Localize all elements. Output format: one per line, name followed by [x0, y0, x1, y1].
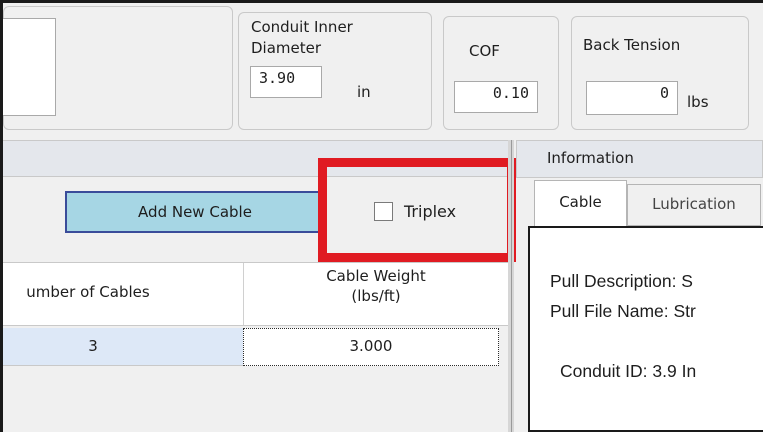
pull-description-text: Pull Description: S	[550, 271, 693, 291]
information-panel-title: Information	[547, 149, 634, 167]
cof-group: COF 0.10	[443, 16, 559, 130]
information-content-pane: Pull Description: S Pull File Name: Str …	[528, 226, 763, 432]
conduit-diameter-unit: in	[357, 83, 371, 101]
cell-cable-weight-value: 3.000	[349, 337, 393, 355]
cof-input[interactable]: 0.10	[454, 81, 538, 113]
pull-file-name-text: Pull File Name: Str	[550, 301, 696, 321]
add-new-cable-button[interactable]: Add New Cable	[65, 191, 325, 233]
information-panel-header: Information	[516, 140, 763, 178]
triplex-highlight-box	[318, 158, 516, 262]
description-input[interactable]	[3, 18, 56, 116]
window-frame-top	[0, 0, 763, 3]
back-tension-group: Back Tension 0 lbs	[571, 16, 749, 130]
tab-cable[interactable]: Cable	[534, 180, 627, 228]
cell-number-of-cables[interactable]: 3	[3, 337, 183, 355]
column-header-cable-weight[interactable]: Cable Weight	[244, 267, 508, 285]
conduit-diameter-input[interactable]: 3.90	[250, 66, 322, 98]
column-header-cable-weight-unit[interactable]: (lbs/ft)	[244, 287, 508, 305]
column-header-number-of-cables[interactable]: umber of Cables	[3, 283, 173, 301]
table-row[interactable]: 3	[3, 328, 243, 366]
conduit-diameter-label-1: Conduit Inner	[251, 18, 353, 36]
cables-grid-header: umber of Cables Cable Weight (lbs/ft)	[3, 262, 508, 326]
back-tension-label: Back Tension	[583, 36, 681, 54]
cell-cable-weight[interactable]: 3.000	[243, 328, 499, 366]
tab-lubrication[interactable]: Lubrication	[627, 184, 761, 226]
back-tension-unit: lbs	[687, 93, 709, 111]
conduit-id-text: Conduit ID: 3.9 In	[560, 361, 697, 381]
conduit-diameter-label-2: Diameter	[251, 39, 322, 57]
panel-splitter-line	[511, 140, 512, 432]
back-tension-input[interactable]: 0	[586, 81, 678, 115]
cof-label: COF	[469, 42, 500, 60]
conduit-diameter-group: Conduit Inner Diameter 3.90 in	[238, 12, 432, 130]
